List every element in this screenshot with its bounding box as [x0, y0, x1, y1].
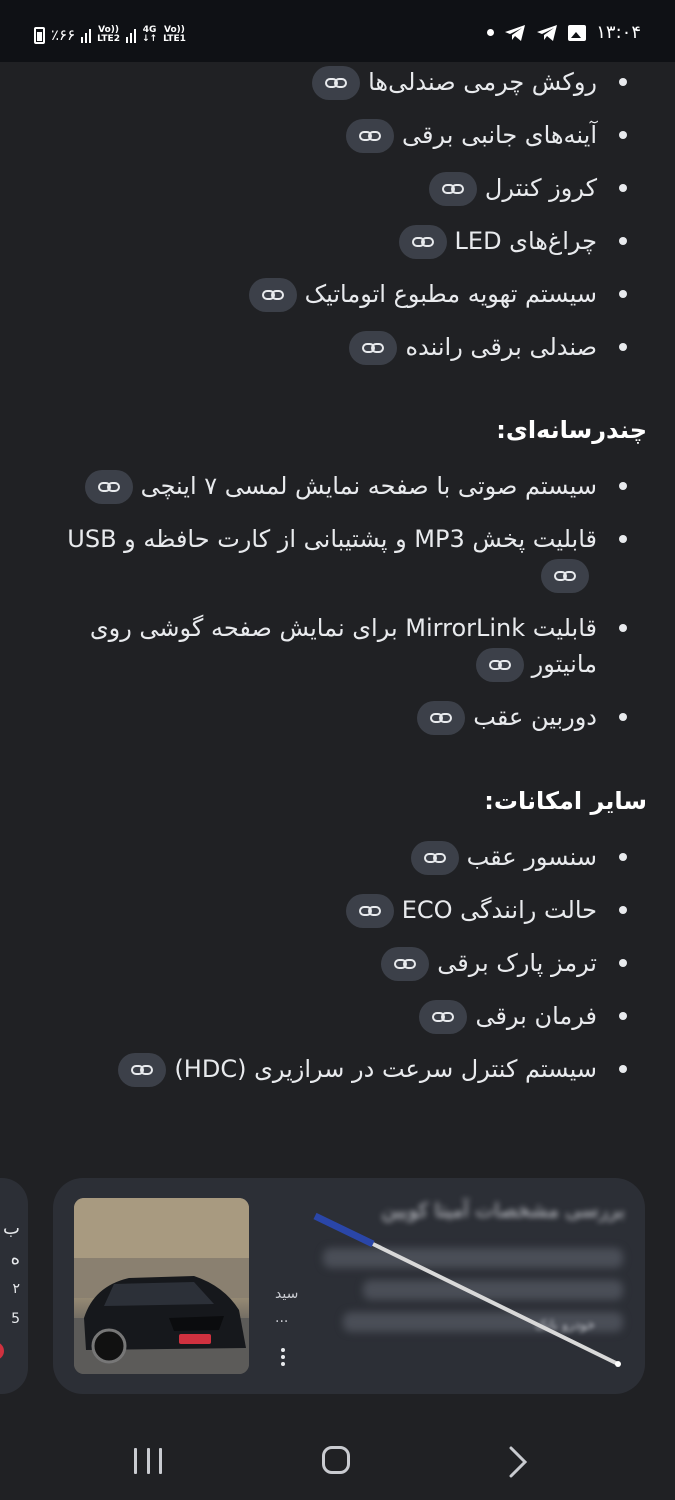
item-label: سیستم کنترل سرعت در سرازیری (HDC): [174, 1055, 597, 1083]
list-item: فرمان برقی: [0, 998, 675, 1034]
link-icon[interactable]: [398, 225, 447, 259]
list-item: سیستم صوتی با صفحه نمایش لمسی ۷ اینچی: [0, 468, 675, 504]
list-item: کروز کنترل: [0, 170, 675, 206]
home-icon[interactable]: [322, 1446, 350, 1474]
link-icon[interactable]: [410, 841, 459, 875]
section-heading-other: سایر امکانات:: [484, 787, 647, 815]
item-label: سیستم تهویه مطبوع اتوماتیک: [304, 280, 597, 308]
article-thumbnail: [74, 1198, 249, 1374]
stylus-line: [313, 1212, 621, 1367]
back-chevron-icon[interactable]: [508, 1446, 528, 1478]
network-label-3: Vo)) LTE1: [163, 25, 186, 44]
battery-percent: ٪۶۶: [51, 26, 76, 44]
network-label-2: 4G ↓↑: [141, 25, 158, 44]
system-nav-bar: [0, 1418, 675, 1500]
publisher-logo-icon: [0, 1342, 4, 1360]
article-content: روکش چرمی صندلی‌ها آینه‌های جانبی برقی ک…: [0, 62, 675, 1104]
item-label: سیستم صوتی با صفحه نمایش لمسی ۷ اینچی: [140, 472, 597, 500]
list-item: روکش چرمی صندلی‌ها: [0, 64, 675, 100]
more-vertical-icon[interactable]: [281, 1348, 285, 1369]
list-item: آینه‌های جانبی برقی: [0, 117, 675, 153]
item-label: کروز کنترل: [484, 174, 597, 202]
status-left: ٪۶۶ Vo)) LTE2 4G ↓↑ Vo)) LTE1: [34, 26, 186, 44]
battery-icon: [34, 26, 45, 44]
telegram-icon: [505, 24, 526, 41]
side-card-text: ب ه ۲ 5: [3, 1218, 20, 1327]
gallery-icon: [568, 24, 587, 41]
list-item: سیستم کنترل سرعت در سرازیری (HDC): [0, 1051, 675, 1087]
multimedia-list: سیستم صوتی با صفحه نمایش لمسی ۷ اینچی قا…: [0, 468, 675, 735]
link-icon[interactable]: [248, 278, 297, 312]
link-icon[interactable]: [345, 894, 394, 928]
item-label: صندلی برقی راننده: [405, 333, 597, 361]
list-item: سیستم تهویه مطبوع اتوماتیک: [0, 276, 675, 312]
list-item: سنسور عقب: [0, 839, 675, 875]
recent-apps-icon[interactable]: [134, 1448, 162, 1474]
list-item: قابلیت MirrorLink برای نمایش صفحه گوشی ر…: [0, 610, 675, 682]
item-label: حالت رانندگی ECO: [401, 896, 597, 924]
link-icon[interactable]: [417, 701, 466, 735]
item-label: فرمان برقی: [475, 1002, 597, 1030]
link-icon[interactable]: [428, 172, 477, 206]
comfort-list: روکش چرمی صندلی‌ها آینه‌های جانبی برقی ک…: [0, 64, 675, 365]
list-item: چراغ‌های LED: [0, 223, 675, 259]
link-icon[interactable]: [475, 648, 524, 682]
signal-icon: [81, 27, 92, 43]
car-image: [74, 1198, 249, 1374]
link-icon[interactable]: [419, 1000, 468, 1034]
link-icon[interactable]: [312, 66, 361, 100]
signal-icon: [125, 27, 136, 43]
section-heading-multimedia: چندرسانه‌ای:: [496, 416, 647, 444]
list-item: صندلی برقی راننده: [0, 329, 675, 365]
other-features-list: سنسور عقب حالت رانندگی ECO ترمز پارک برق…: [0, 839, 675, 1087]
clock: ۱۳:۰۴: [596, 22, 641, 43]
related-card-previous[interactable]: ب ه ۲ 5: [0, 1178, 28, 1394]
link-icon[interactable]: [346, 119, 395, 153]
link-icon[interactable]: [541, 559, 589, 593]
list-item: قابلیت پخش MP3 و پشتیبانی از کارت حافظه …: [0, 521, 675, 593]
item-label: چراغ‌های LED: [454, 227, 597, 255]
network-label-1: Vo)) LTE2: [97, 25, 120, 44]
link-icon[interactable]: [118, 1053, 167, 1087]
link-icon[interactable]: [349, 331, 398, 365]
status-bar: ٪۶۶ Vo)) LTE2 4G ↓↑ Vo)) LTE1 ۱۳:۰۴: [0, 0, 675, 62]
telegram-icon: [537, 24, 558, 41]
item-label: دوربین عقب: [473, 703, 597, 731]
list-item: دوربین عقب: [0, 699, 675, 735]
status-right: ۱۳:۰۴: [487, 22, 641, 43]
link-icon[interactable]: [84, 470, 133, 504]
item-label: روکش چرمی صندلی‌ها: [368, 68, 597, 96]
item-label: سنسور عقب: [466, 843, 597, 871]
related-article-card[interactable]: بررسی مشخصات آمیتا کویین خودرو بانک سید …: [53, 1178, 645, 1394]
link-icon[interactable]: [381, 947, 430, 981]
notification-dot-icon: [487, 29, 495, 36]
item-label: آینه‌های جانبی برقی: [402, 121, 597, 149]
item-label: قابلیت پخش MP3 و پشتیبانی از کارت حافظه …: [67, 525, 597, 553]
list-item: حالت رانندگی ECO: [0, 892, 675, 928]
card-snippet-fragment: سید ...: [275, 1286, 299, 1326]
item-label: ترمز پارک برقی: [437, 949, 597, 977]
list-item: ترمز پارک برقی: [0, 945, 675, 981]
